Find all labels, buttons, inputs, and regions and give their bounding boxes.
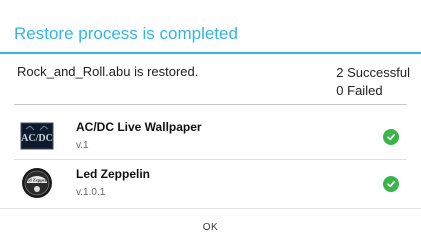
- success-check-icon: [383, 176, 399, 192]
- list-item[interactable]: AC/DC AC/DC Live Wallpaper v.1: [14, 113, 407, 159]
- svg-text:Led Zeppelin: Led Zeppelin: [24, 178, 50, 183]
- title-divider: [0, 52, 421, 54]
- successful-count: 2 Successful: [336, 65, 410, 80]
- app-name: Led Zeppelin: [76, 167, 151, 181]
- list-item[interactable]: Led Zeppelin Led Zeppelin v.1.0.1: [14, 159, 407, 206]
- restore-summary: Rock_and_Roll.abu is restored. 2 Success…: [0, 60, 421, 98]
- restore-message: Rock_and_Roll.abu is restored.: [17, 64, 199, 79]
- app-version: v.1.0.1: [76, 187, 106, 198]
- ok-button[interactable]: OK: [0, 209, 421, 246]
- led-zeppelin-app-icon: Led Zeppelin: [20, 166, 54, 200]
- summary-divider: [14, 104, 407, 105]
- restored-apps-list: AC/DC AC/DC Live Wallpaper v.1 Led Zeppe…: [14, 113, 407, 206]
- dialog-header: Restore process is completed: [0, 0, 421, 54]
- app-name: AC/DC Live Wallpaper: [76, 120, 202, 134]
- restore-counts: 2 Successful 0 Failed: [336, 64, 410, 100]
- dialog-title: Restore process is completed: [14, 24, 238, 43]
- success-check-icon: [383, 129, 399, 145]
- app-version: v.1: [76, 140, 89, 151]
- failed-count: 0 Failed: [336, 83, 383, 98]
- acdc-app-icon: AC/DC: [20, 119, 54, 153]
- restore-dialog: Restore process is completed Rock_and_Ro…: [0, 0, 421, 246]
- svg-text:AC/DC: AC/DC: [21, 133, 53, 144]
- dialog-button-bar: OK: [0, 208, 421, 246]
